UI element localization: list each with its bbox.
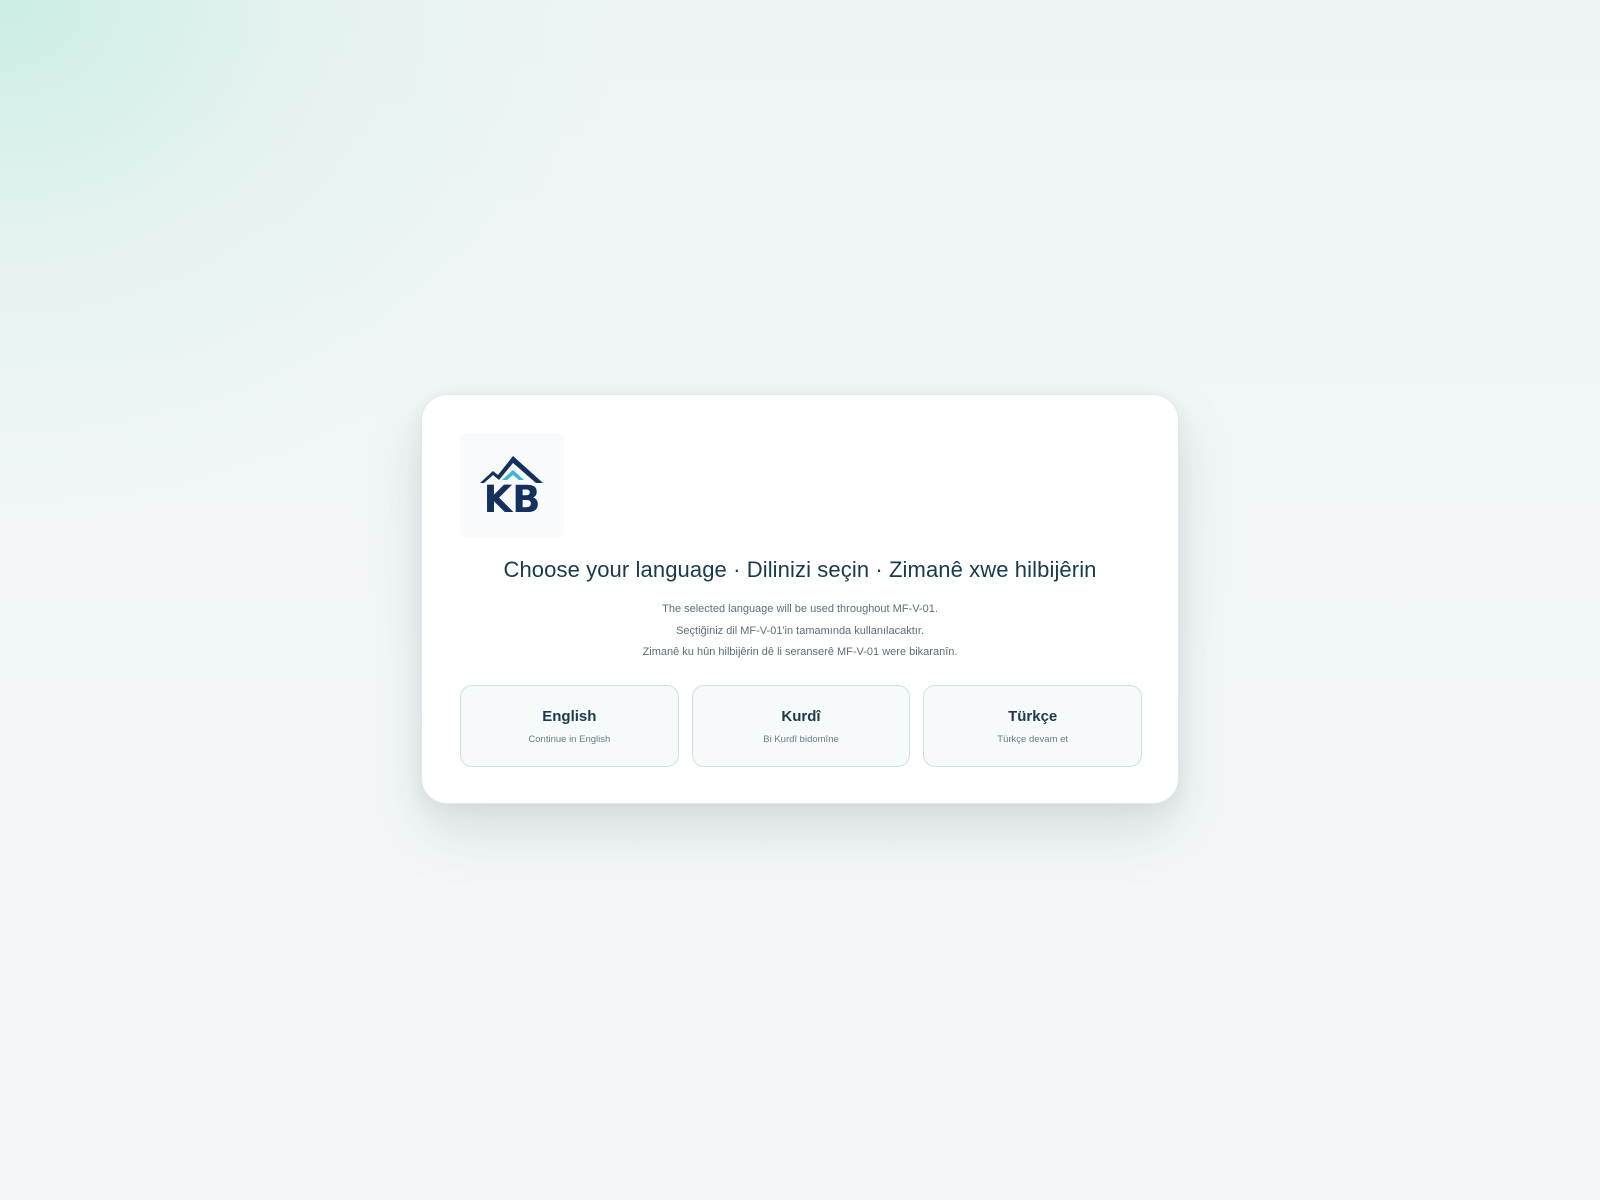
- option-description: Türkçe devam et: [997, 734, 1069, 745]
- subtitle-line-english: The selected language will be used throu…: [662, 603, 938, 615]
- language-option-english[interactable]: English Continue in English: [460, 685, 679, 767]
- option-label: English: [542, 708, 597, 725]
- option-label: Kurdî: [781, 708, 821, 725]
- option-description: Continue in English: [528, 734, 611, 745]
- option-description: Bi Kurdî bidomîne: [763, 734, 839, 745]
- mountain-logo-icon: KB: [480, 456, 543, 521]
- language-option-kurdish[interactable]: Kurdî Bi Kurdî bidomîne: [691, 685, 911, 767]
- logo: KB: [460, 433, 564, 537]
- language-selection-card: KB Choose your language · Dilinizi seçin…: [421, 394, 1179, 804]
- subtitle: The selected language will be used throu…: [422, 599, 1178, 664]
- language-option-turkish[interactable]: Türkçe Türkçe devam et: [923, 685, 1143, 767]
- language-options: English Continue in English Kurdî Bi Kur…: [460, 685, 1143, 767]
- logo-text: KB: [484, 478, 541, 521]
- subtitle-line-kurdish: Zimanê ku hûn hilbijêrin dê li seranserê…: [642, 646, 958, 658]
- subtitle-line-turkish: Seçtiğiniz dil MF-V-01'in tamamında kull…: [676, 624, 924, 637]
- option-label: Türkçe: [1008, 708, 1058, 725]
- page-title: Choose your language · Dilinizi seçin · …: [503, 557, 1097, 582]
